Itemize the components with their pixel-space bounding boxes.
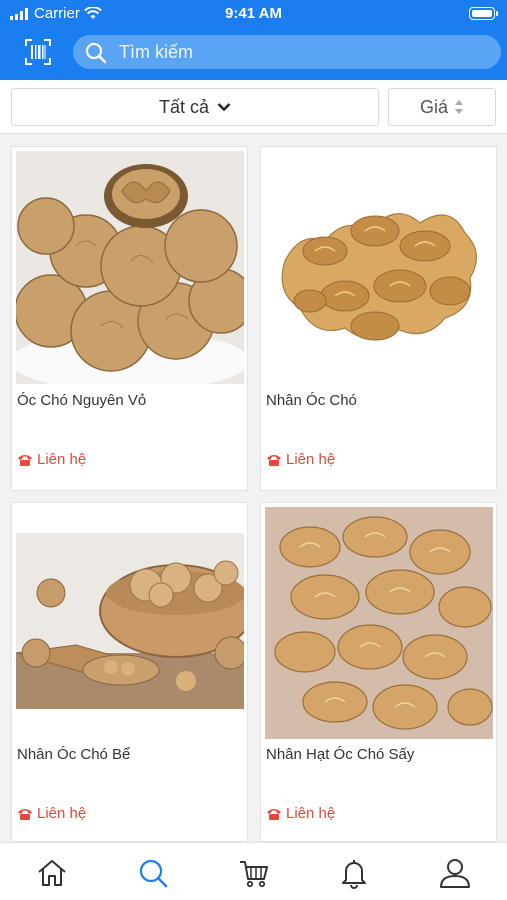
filter-bar: Tất cả Giá (0, 80, 507, 134)
status-time: 9:41 AM (225, 5, 282, 22)
search-input[interactable] (119, 35, 479, 69)
product-image (265, 507, 493, 739)
contact-label: Liên hệ (37, 805, 87, 822)
product-image (265, 151, 493, 384)
app-header: Carrier 9:41 AM (0, 0, 507, 80)
contact-label: Liên hệ (286, 805, 336, 822)
tab-search[interactable] (133, 853, 173, 893)
barcode-scan-icon[interactable] (24, 38, 52, 66)
battery-icon (469, 7, 498, 20)
user-icon (440, 859, 470, 888)
phone-icon (267, 808, 281, 820)
category-filter-label: Tất cả (158, 96, 210, 117)
chevron-down-icon (217, 103, 231, 112)
phone-icon (18, 454, 32, 466)
tab-cart[interactable] (234, 853, 274, 893)
tab-home[interactable] (32, 853, 72, 893)
contact-link[interactable]: Liên hệ (17, 451, 86, 468)
product-card[interactable]: Nhân Hạt Óc Chó Sấy Liên hệ (260, 502, 497, 842)
status-bar: Carrier 9:41 AM (0, 0, 507, 28)
phone-icon (267, 454, 281, 466)
product-image (16, 533, 244, 709)
price-sort-label: Giá (419, 96, 448, 117)
product-image (16, 151, 244, 384)
cart-icon (240, 861, 268, 888)
tab-account[interactable] (435, 853, 475, 893)
price-sort-button[interactable]: Giá (388, 88, 496, 126)
phone-icon (18, 808, 32, 820)
search-icon (139, 859, 168, 888)
home-icon (38, 860, 66, 886)
search-bar[interactable] (73, 35, 501, 69)
product-card[interactable]: Óc Chó Nguyên Vỏ Liên hệ (11, 146, 248, 491)
category-filter-button[interactable]: Tất cả (11, 88, 379, 126)
contact-link[interactable]: Liên hệ (266, 451, 335, 468)
product-name: Óc Chó Nguyên Vỏ (17, 392, 147, 409)
sort-icon (455, 100, 463, 114)
product-name: Nhân Hạt Óc Chó Sấy (266, 746, 415, 763)
contact-label: Liên hệ (286, 451, 336, 468)
product-name: Nhân Óc Chó Bể (17, 746, 131, 763)
product-name: Nhân Óc Chó (266, 392, 357, 409)
contact-link[interactable]: Liên hệ (17, 805, 86, 822)
contact-link[interactable]: Liên hệ (266, 805, 335, 822)
bottom-tab-bar (0, 842, 507, 900)
contact-label: Liên hệ (37, 451, 87, 468)
tab-notifications[interactable] (334, 853, 374, 893)
product-card[interactable]: Nhân Óc Chó Liên hệ (260, 146, 497, 491)
product-card[interactable]: Nhân Óc Chó Bể Liên hệ (11, 502, 248, 842)
search-icon (85, 42, 107, 64)
bell-icon (342, 860, 366, 889)
